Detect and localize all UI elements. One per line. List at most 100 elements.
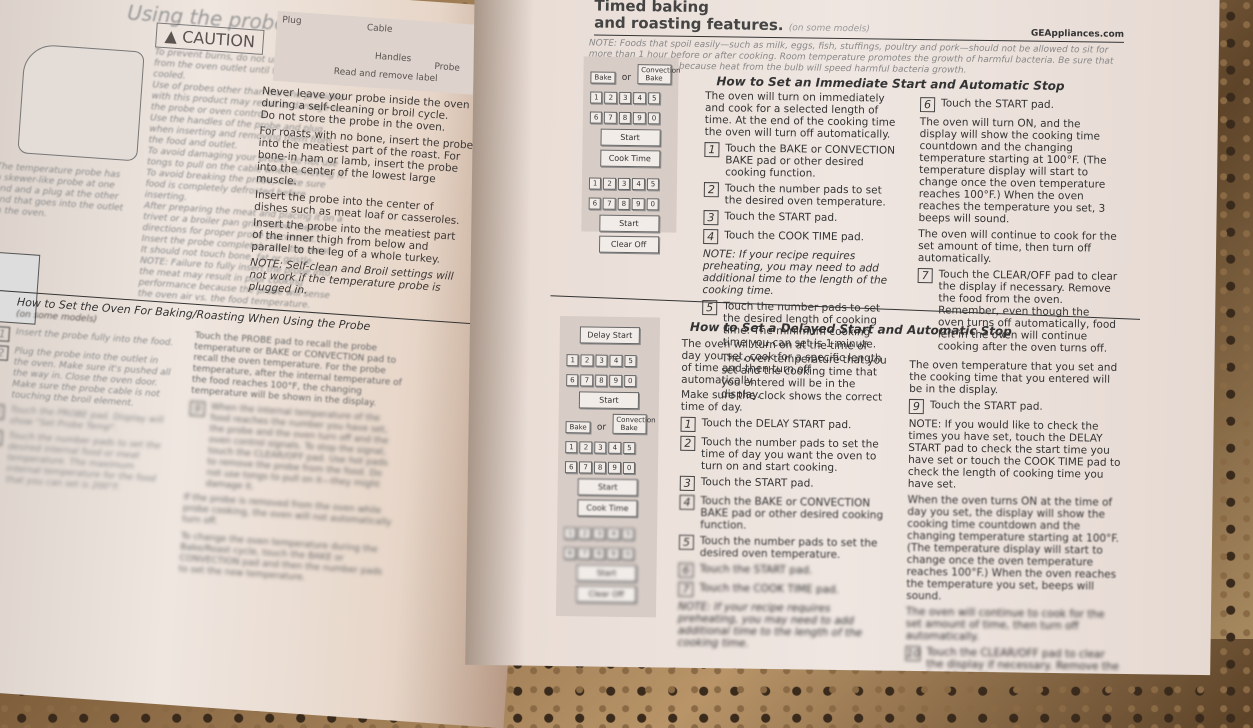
number-keys: 12345 67890 — [589, 84, 673, 125]
step-number: 4 — [703, 229, 719, 245]
probe-steps: 1 Insert the probe fully into the food. 2… — [0, 322, 175, 501]
step: 1 Touch the DELAY START pad. — [680, 416, 885, 435]
step-number: 10 — [905, 645, 921, 662]
diagram-label: Handles — [374, 51, 412, 65]
diagram-label: Probe — [433, 61, 461, 74]
step-text: Touch the START pad. — [941, 97, 1055, 111]
start-key: Start — [577, 478, 638, 497]
start-key: Start — [576, 564, 637, 583]
number-key: 9 — [609, 374, 623, 387]
step-text: Touch the BAKE or CONVECTION BAKE pad or… — [700, 495, 884, 532]
clear-off-key: Clear Off — [598, 235, 659, 254]
step: 7 Touch the COOK TIME pad. — [678, 581, 883, 600]
step: 6 Touch the START pad. — [678, 562, 883, 581]
continue-text: The oven will continue to cook for the s… — [905, 605, 1105, 643]
step-text: Touch the number pads to set the desired… — [699, 535, 878, 561]
number-key: 2 — [580, 354, 594, 367]
change-temp-text: To change the oven temperature during th… — [178, 531, 383, 584]
step-text: When the internal temperature of the foo… — [205, 402, 389, 493]
step-number: 1 — [680, 416, 696, 432]
title-sub: (on some models) — [788, 23, 870, 35]
step-text: Touch the DELAY START pad. — [701, 417, 852, 432]
number-keys: 12345 67890 — [565, 347, 654, 388]
or-label: or — [596, 422, 607, 433]
cook-time-key: Cook Time — [599, 149, 660, 168]
step: 4Touch the number pads to set the desire… — [0, 429, 168, 497]
recall-text: Touch the PROBE pad to recall the probe … — [190, 330, 403, 409]
paragraph: For roasts with no bone, insert the prob… — [255, 124, 474, 188]
step-number: 3 — [679, 475, 695, 491]
step-number: 2 — [0, 344, 9, 361]
step-text: Touch the number pads to set the desired… — [724, 182, 886, 209]
step-text: Touch the COOK TIME pad. — [699, 582, 840, 596]
step-text: Touch the CLEAR/OFF pad to clear the dis… — [926, 646, 1120, 675]
number-key: 3 — [619, 91, 632, 105]
probe-caption: The temperature probe has a skewer-like … — [0, 161, 124, 220]
step: 9 When the internal temperature of the fo… — [184, 400, 400, 503]
number-key: 6 — [563, 547, 577, 560]
delayed-right-col: The oven temperature that you set and th… — [905, 359, 1125, 675]
number-key: 6 — [588, 197, 602, 210]
cook-time-key: Cook Time — [577, 499, 638, 518]
number-key: 0 — [623, 374, 637, 388]
number-key: 7 — [603, 197, 616, 210]
number-key: 0 — [647, 112, 661, 125]
step-number: 3 — [703, 210, 719, 226]
keypad-immediate: Bake or Convection Bake 1234567890 Start… — [581, 56, 681, 254]
bake-key: Bake — [565, 421, 591, 434]
number-key: 8 — [618, 111, 632, 125]
caution-label: CAUTION — [181, 27, 256, 52]
step-number: 7 — [678, 581, 694, 597]
step-number: 1 — [0, 325, 11, 342]
number-key: 1 — [590, 91, 603, 104]
note: NOTE: If your recipe requires preheating… — [677, 600, 863, 650]
number-key: 7 — [580, 374, 594, 387]
number-key: 9 — [607, 547, 620, 560]
number-key: 8 — [595, 374, 608, 387]
step-number: 5 — [678, 534, 695, 550]
step: 5 Touch the number pads to set the desire… — [678, 534, 884, 562]
convection-bake-key: Convection Bake — [636, 64, 681, 85]
step: 1 Touch the BAKE or CONVECTION BAKE pad o… — [704, 142, 899, 181]
number-keys: 12345 67890 — [564, 434, 653, 475]
probe-steps-right: Touch the PROBE pad to recall the probe … — [178, 331, 405, 590]
number-key: 2 — [603, 177, 616, 190]
step-text: Touch the COOK TIME pad. — [724, 229, 865, 244]
clear-off-key: Clear Off — [576, 585, 637, 604]
or-label: or — [621, 72, 632, 84]
bake-key: Bake — [590, 71, 616, 84]
continue-text: The oven will continue to cook for the s… — [917, 228, 1117, 266]
number-keys: 12345 67890 — [563, 520, 652, 561]
number-key: 1 — [588, 177, 602, 190]
step: 4 Touch the COOK TIME pad. — [703, 229, 898, 247]
number-key: 6 — [566, 374, 579, 387]
number-key: 6 — [589, 111, 603, 124]
number-key: 4 — [607, 527, 621, 540]
probe-instructions: Never leave your probe inside the oven d… — [248, 85, 477, 307]
step: 10 Touch the CLEAR/OFF pad to clear the d… — [905, 645, 1120, 675]
step: 6 Touch the START pad. — [919, 97, 1120, 115]
number-key: 3 — [594, 441, 607, 454]
step-text: Touch the START pad. — [724, 210, 838, 224]
keypad-delayed: Delay Start 1234567890 Start Bake or Con… — [555, 316, 661, 618]
number-key: 7 — [579, 461, 593, 474]
number-key: 0 — [622, 461, 636, 475]
delayed-left-col: The oven will turn on at the time of day… — [677, 338, 886, 652]
number-key: 2 — [604, 91, 618, 104]
intro: The oven will turn on at the time of day… — [681, 337, 882, 387]
step-number: 4 — [679, 494, 695, 510]
number-key: 9 — [633, 112, 646, 125]
step: 2 Touch the number pads to set the desire… — [703, 182, 899, 209]
step-number: 9 — [908, 398, 924, 415]
step-text: Touch the number pads to set the desired… — [5, 431, 162, 494]
step-number: 2 — [680, 435, 696, 451]
page-title: Timed baking and roasting features. (on s… — [594, 0, 870, 35]
number-key: 9 — [631, 198, 645, 211]
number-key: 1 — [563, 527, 577, 540]
step: 3 Touch the START pad. — [703, 210, 898, 228]
display-text: The oven temperature that you set and th… — [909, 358, 1118, 397]
diagram-label: Read and remove label — [333, 66, 438, 85]
step-text: Touch the number pads to set the time of… — [700, 436, 879, 474]
number-key: 5 — [624, 354, 637, 368]
diagram-label: Cable — [366, 23, 393, 35]
